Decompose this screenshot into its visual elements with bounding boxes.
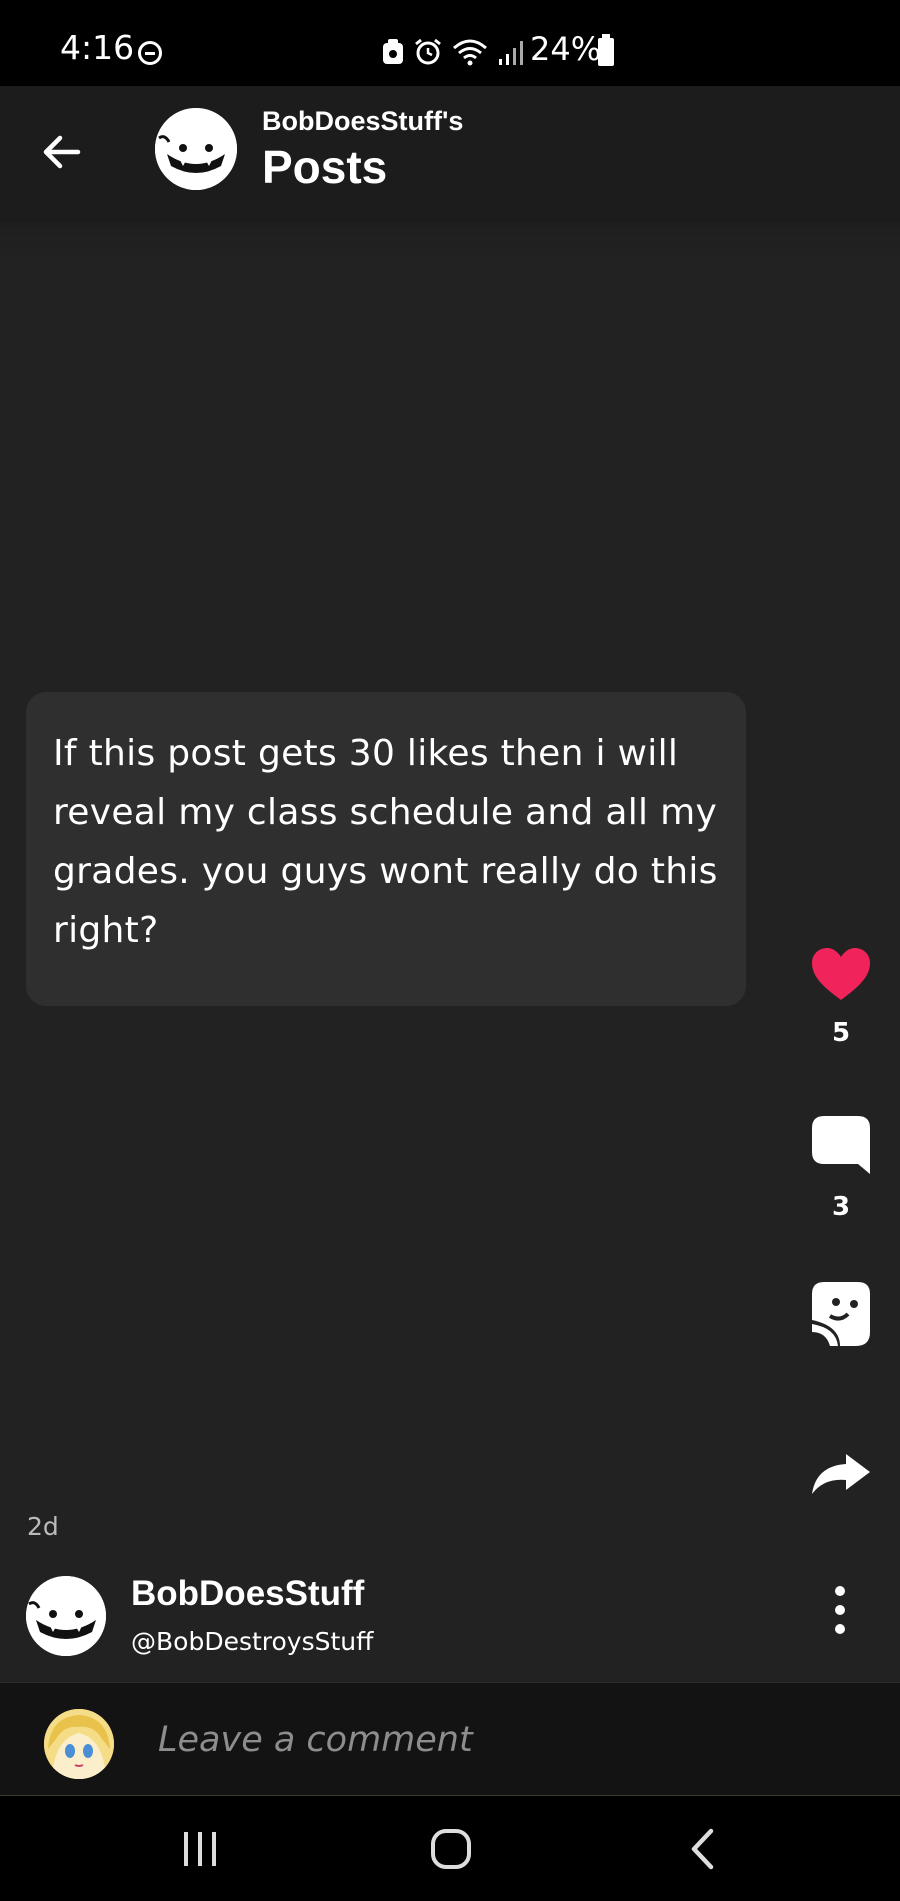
header: BobDoesStuff's Posts [0, 86, 900, 222]
author-name[interactable]: BobDoesStuff [131, 1574, 364, 1614]
wifi-icon [452, 38, 488, 66]
header-shadow [0, 222, 900, 262]
page-title: Posts [262, 141, 388, 193]
share-button[interactable] [808, 1452, 874, 1496]
sticker-button[interactable] [808, 1280, 874, 1348]
author-avatar[interactable] [26, 1576, 106, 1656]
battery-icon [598, 34, 614, 66]
status-time: 4:16 [60, 28, 135, 67]
vertical-dots-icon [835, 1586, 845, 1596]
share-arrow-icon [812, 1454, 870, 1494]
recents-icon [184, 1832, 216, 1866]
comment-input[interactable] [158, 1707, 838, 1773]
cast-icon [382, 39, 404, 65]
like-button[interactable]: 5 [808, 946, 874, 1048]
comment-button[interactable]: 3 [808, 1114, 874, 1222]
like-count: 5 [831, 1018, 851, 1048]
system-nav-bar [0, 1796, 900, 1901]
user-avatar [44, 1709, 114, 1779]
status-bar: 4:16 24% [0, 0, 900, 86]
heart-icon [812, 948, 870, 1000]
author-handle[interactable]: @BobDestroysStuff [131, 1627, 373, 1656]
post-card[interactable]: If this post gets 30 likes then i will r… [26, 692, 746, 1006]
recents-button[interactable] [170, 1824, 230, 1874]
header-avatar[interactable] [155, 108, 237, 190]
header-subtitle: BobDoesStuff's [262, 106, 464, 136]
vertical-dots-icon [835, 1624, 845, 1634]
battery-percent: 24% [530, 30, 602, 68]
comment-bar [0, 1682, 900, 1796]
system-back-button[interactable] [672, 1824, 732, 1874]
sticker-icon [812, 1282, 870, 1346]
vertical-dots-icon [835, 1605, 845, 1615]
post-timestamp: 2d [27, 1512, 59, 1541]
arrow-left-icon [43, 135, 81, 169]
status-icons [382, 34, 526, 70]
comment-count: 3 [831, 1192, 851, 1222]
more-options-button[interactable] [826, 1586, 854, 1634]
back-button[interactable] [36, 126, 88, 178]
signal-icon [498, 39, 526, 65]
alarm-icon [414, 38, 442, 66]
home-button[interactable] [421, 1824, 481, 1874]
speech-bubble-icon [812, 1116, 870, 1174]
post-text: If this post gets 30 likes then i will r… [53, 733, 718, 951]
do-not-disturb-icon [138, 41, 162, 65]
home-icon [431, 1829, 471, 1869]
chevron-left-icon [691, 1828, 714, 1870]
